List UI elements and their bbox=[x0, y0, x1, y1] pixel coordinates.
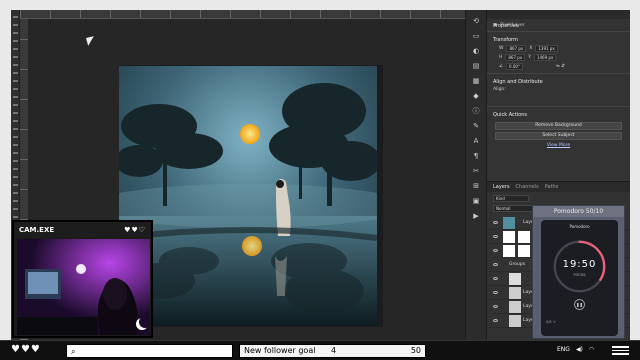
webcam-scene bbox=[17, 239, 150, 335]
menu-icon[interactable] bbox=[612, 346, 629, 355]
angle-icon: ∠ bbox=[499, 64, 504, 69]
tools-icon[interactable]: ✂ bbox=[471, 167, 481, 175]
flip-icons[interactable]: ⇋ ⇵ bbox=[556, 64, 565, 69]
angle-field[interactable]: 0.00° bbox=[506, 63, 523, 70]
pomodoro-title: Pomodoro 50/10 bbox=[533, 206, 624, 217]
visibility-eye-icon[interactable] bbox=[493, 263, 498, 266]
comments-icon[interactable]: ▭ bbox=[471, 32, 481, 40]
visibility-eye-icon[interactable] bbox=[493, 291, 498, 294]
panel-icon-strip: ⟲ ▭ ◐ ▤ ▦ ◆ ⓘ ✎ A ¶ ✂ ⊞ ▣ ▶ bbox=[465, 10, 487, 340]
webcam-hearts-icon: ♥♥♡ bbox=[124, 225, 146, 234]
tab-paths[interactable]: Paths bbox=[545, 184, 559, 190]
webcam-overlay: CAM.EXE ♥♥♡ bbox=[12, 220, 153, 338]
pomodoro-time: 19:50 bbox=[562, 259, 597, 270]
visibility-eye-icon[interactable] bbox=[493, 221, 498, 224]
height-field[interactable]: 867 px bbox=[505, 54, 526, 61]
tab-layers[interactable]: Layers bbox=[493, 184, 510, 190]
pomodoro-count: 0/4 ☼ bbox=[546, 320, 556, 324]
actions-icon[interactable]: ▶ bbox=[471, 212, 481, 220]
pomodoro-mode: FOCUS bbox=[573, 273, 586, 277]
tab-channels[interactable]: Channels bbox=[516, 184, 539, 190]
pomodoro-widget: Pomodoro 50/10 Pomodoro 19:50 FOCUS ❚❚ 0… bbox=[532, 205, 625, 339]
shapes-icon[interactable]: ◆ bbox=[471, 92, 481, 100]
libraries-icon[interactable]: ▤ bbox=[471, 62, 481, 70]
search-icon[interactable]: ⌕ bbox=[71, 347, 75, 357]
transform-title[interactable]: Transform bbox=[487, 35, 630, 45]
select-subject-button[interactable]: Select Subject bbox=[495, 132, 622, 140]
visibility-eye-icon[interactable] bbox=[493, 305, 498, 308]
pause-button[interactable]: ❚❚ bbox=[574, 299, 585, 310]
y-field[interactable]: 1469 px bbox=[533, 54, 557, 61]
goal-current: 4 bbox=[331, 346, 337, 355]
frame-left bbox=[0, 0, 11, 340]
align-title[interactable]: Align and Distribute bbox=[487, 77, 630, 87]
pixel-layer-icon: ▣ bbox=[493, 23, 498, 28]
width-field[interactable]: 867 px bbox=[506, 45, 527, 52]
mouse-cursor-icon bbox=[86, 36, 96, 46]
goal-label: New follower goal bbox=[244, 346, 316, 355]
remove-background-button[interactable]: Remove Background bbox=[495, 122, 622, 130]
info-icon[interactable]: ⓘ bbox=[471, 107, 481, 115]
brush-icon[interactable]: ✎ bbox=[471, 122, 481, 130]
pomodoro-app-title: Pomodoro bbox=[569, 224, 590, 229]
adjustments-icon[interactable]: ◐ bbox=[471, 47, 481, 55]
visibility-eye-icon[interactable] bbox=[493, 235, 498, 238]
history-icon[interactable]: ⟲ bbox=[471, 17, 481, 25]
visibility-eye-icon[interactable] bbox=[493, 319, 498, 322]
visibility-eye-icon[interactable] bbox=[493, 249, 498, 252]
language-indicator[interactable]: ENG bbox=[557, 346, 570, 353]
view-more-link[interactable]: View More bbox=[487, 143, 630, 148]
frame-right bbox=[630, 0, 640, 340]
artwork-svg bbox=[119, 66, 377, 326]
taskbar-hearts-icon: ♥♥♥ bbox=[11, 344, 41, 355]
wifi-icon[interactable]: ◠ bbox=[589, 346, 594, 353]
glyphs-icon[interactable]: ⊞ bbox=[471, 182, 481, 190]
styles-icon[interactable]: ▣ bbox=[471, 197, 481, 205]
artwork-image[interactable] bbox=[119, 66, 377, 326]
character-icon[interactable]: A bbox=[471, 137, 481, 145]
volume-icon[interactable]: ◀) bbox=[576, 346, 583, 353]
webcam-feed bbox=[17, 239, 150, 335]
align-label: Align: bbox=[493, 87, 506, 92]
quick-actions-title[interactable]: Quick Actions bbox=[487, 110, 630, 120]
ruler-horizontal bbox=[20, 10, 465, 19]
layer-name: Groups bbox=[509, 262, 526, 267]
pomodoro-phone: Pomodoro 19:50 FOCUS ❚❚ 0/4 ☼ bbox=[541, 220, 618, 336]
properties-panel: Properties ▣ Pixel Layer Transform W 867 … bbox=[487, 10, 630, 182]
frame-top bbox=[0, 0, 640, 10]
screen: ⟲ ▭ ◐ ▤ ▦ ◆ ⓘ ✎ A ¶ ✂ ⊞ ▣ ▶ Properties ▣… bbox=[0, 0, 640, 360]
goal-target: 50 bbox=[410, 346, 421, 355]
x-field[interactable]: 1391 px bbox=[535, 45, 558, 52]
swatches-icon[interactable]: ▦ bbox=[471, 77, 481, 85]
visibility-eye-icon[interactable] bbox=[493, 277, 498, 280]
system-tray: ENG ◀) ◠ bbox=[557, 346, 594, 353]
follower-goal-bar: New follower goal 4 50 bbox=[239, 344, 426, 358]
taskbar-search[interactable]: ⌕ bbox=[66, 344, 233, 358]
layer-type-label: Pixel Layer bbox=[500, 23, 525, 28]
paragraph-icon[interactable]: ¶ bbox=[471, 152, 481, 160]
webcam-title: CAM.EXE bbox=[19, 225, 55, 234]
taskbar: ♥♥♥ ⌕ New follower goal 4 50 ENG ◀) ◠ bbox=[0, 340, 640, 360]
layer-filter-select[interactable]: Kind bbox=[493, 195, 529, 202]
